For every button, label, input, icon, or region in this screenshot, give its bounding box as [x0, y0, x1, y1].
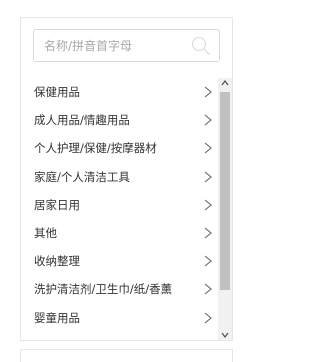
search-icon[interactable]	[191, 36, 211, 56]
category-label: 其他	[34, 226, 57, 241]
category-item-other[interactable]: 其他	[21, 219, 217, 247]
chevron-right-icon	[204, 142, 212, 154]
category-label: 保健用品	[34, 85, 80, 100]
category-item-adult-products[interactable]: 成人用品/情趣用品	[21, 106, 217, 134]
chevron-right-icon	[204, 227, 212, 239]
category-item-personal-care[interactable]: 个人护理/保健/按摩器材	[21, 134, 217, 162]
category-label: 收纳整理	[34, 254, 80, 269]
search-box	[33, 29, 220, 62]
scroll-up-arrow-icon[interactable]	[218, 78, 232, 88]
category-label: 婴童用品	[34, 310, 80, 325]
chevron-right-icon	[204, 283, 212, 295]
category-label: 个人护理/保健/按摩器材	[34, 141, 157, 156]
category-item-health-products[interactable]: 保健用品	[21, 78, 217, 106]
chevron-right-icon	[204, 255, 212, 267]
chevron-right-icon	[204, 312, 212, 323]
category-selector-panel: 保健用品 成人用品/情趣用品 个人护理/保健/按摩器材 家庭/个人清洁工具 居家…	[20, 17, 233, 341]
category-item-cleaning-tools[interactable]: 家庭/个人清洁工具	[21, 163, 217, 191]
chevron-right-icon	[204, 86, 212, 98]
category-label: 居家日用	[34, 197, 80, 212]
scroll-down-arrow-icon[interactable]	[218, 330, 232, 340]
category-item-detergents[interactable]: 洗护清洁剂/卫生巾/纸/香薰	[21, 275, 217, 303]
chevron-right-icon	[204, 199, 212, 211]
category-item-household[interactable]: 居家日用	[21, 191, 217, 219]
scrollbar-thumb[interactable]	[220, 92, 230, 290]
vertical-scrollbar[interactable]	[218, 78, 232, 340]
category-label: 洗护清洁剂/卫生巾/纸/香薰	[34, 282, 173, 297]
search-input[interactable]	[34, 30, 194, 61]
category-item-storage[interactable]: 收纳整理	[21, 247, 217, 275]
next-panel-edge	[20, 349, 233, 362]
category-item-baby-products[interactable]: 婴童用品	[21, 304, 217, 332]
chevron-right-icon	[204, 171, 212, 182]
category-label: 家庭/个人清洁工具	[34, 169, 130, 184]
category-label: 成人用品/情趣用品	[34, 113, 130, 128]
chevron-right-icon	[204, 114, 212, 126]
category-list: 保健用品 成人用品/情趣用品 个人护理/保健/按摩器材 家庭/个人清洁工具 居家…	[21, 78, 217, 334]
